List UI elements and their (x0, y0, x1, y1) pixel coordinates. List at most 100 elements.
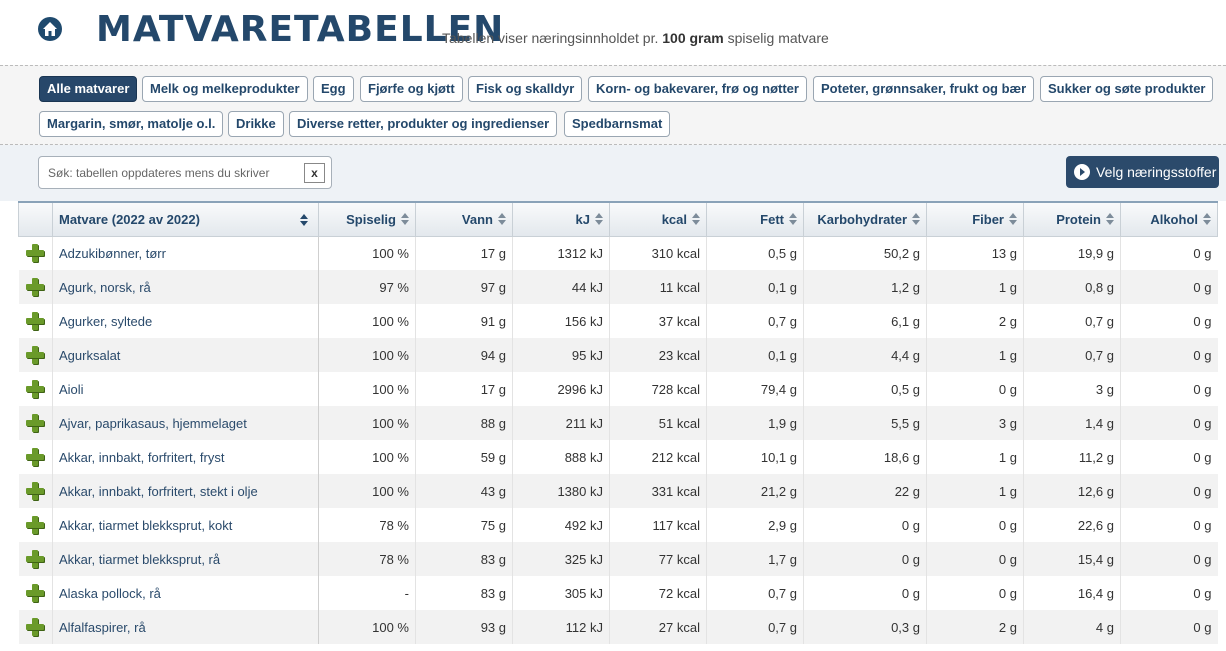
table-row[interactable]: Agurksalat 100 % 94 g 95 kJ 23 kcal 0,1 g 4,4 … (18, 338, 1218, 372)
add-food-icon[interactable] (26, 414, 45, 432)
cell-spiselig: 100 % (318, 372, 416, 406)
cell-matvare[interactable]: Akkar, innbakt, forfritert, fryst (52, 440, 319, 474)
add-cell (19, 372, 53, 406)
cell-kj: 1380 kJ (512, 474, 610, 508)
header-protein-label: Protein (1056, 211, 1101, 227)
cell-karbohydrater: 0 g (803, 542, 927, 576)
cell-matvare[interactable]: Alfalfaspirer, rå (52, 610, 319, 644)
cell-fiber: 13 g (926, 236, 1024, 270)
clear-search-button[interactable]: x (304, 163, 325, 183)
add-cell (19, 508, 53, 542)
header-fett[interactable]: Fett (706, 201, 804, 237)
add-food-icon[interactable] (26, 312, 45, 330)
cell-matvare[interactable]: Alaska pollock, rå (52, 576, 319, 610)
category-fish[interactable]: Fisk og skalldyr (468, 76, 583, 102)
sort-icon (498, 212, 506, 225)
table-row[interactable]: Agurker, syltede 100 % 91 g 156 kJ 37 kcal 0,… (19, 304, 1218, 338)
add-cell (18, 542, 53, 576)
header-matvare[interactable]: Matvare (2022 av 2022) (52, 201, 319, 237)
add-food-icon[interactable] (26, 278, 45, 296)
cell-kcal: 310 kcal (609, 236, 707, 270)
table-row[interactable]: Agurk, norsk, rå 97 % 97 g 44 kJ 11 kcal 0,1 … (18, 270, 1218, 304)
play-icon (1074, 164, 1090, 180)
add-food-icon[interactable] (26, 244, 45, 263)
category-poultry-meat[interactable]: Fjørfe og kjøtt (360, 76, 463, 102)
cell-matvare[interactable]: Akkar, tiarmet blekksprut, kokt (52, 508, 319, 542)
add-cell (18, 406, 53, 440)
table-row[interactable]: Akkar, innbakt, forfritert, stekt i olje… (18, 474, 1218, 508)
cell-spiselig: 100 % (318, 338, 416, 372)
add-food-icon[interactable] (26, 346, 45, 364)
select-nutrients-button[interactable]: Velg næringsstoffer (1066, 156, 1219, 188)
header-kcal[interactable]: kcal (609, 201, 707, 237)
tagline: Tabellen viser næringsinnholdet pr. 100 … (442, 30, 829, 46)
add-food-icon[interactable] (26, 380, 45, 398)
table-row[interactable]: Akkar, innbakt, forfritert, fryst 100 % 59… (19, 440, 1218, 474)
table-row[interactable]: Alaska pollock, rå -83 g 305 kJ 72 kcal 0,7 … (19, 576, 1218, 610)
cell-spiselig: 78 % (318, 542, 416, 576)
header-fiber[interactable]: Fiber (926, 201, 1024, 237)
cell-matvare[interactable]: Adzukibønner, tørr (52, 236, 319, 270)
cell-alkohol: 0 g (1120, 610, 1218, 644)
header-protein[interactable]: Protein (1023, 201, 1121, 237)
add-cell (19, 304, 53, 338)
sort-icon (1009, 212, 1017, 225)
cell-protein: 0,8 g (1023, 270, 1121, 304)
cell-matvare[interactable]: Akkar, innbakt, forfritert, stekt i olje (52, 474, 319, 508)
header-karbohydrater[interactable]: Karbohydrater (803, 201, 927, 237)
header-kj-label: kJ (575, 211, 590, 227)
category-fats[interactable]: Margarin, smør, matolje o.l. (39, 111, 224, 137)
table-row[interactable]: Akkar, tiarmet blekksprut, kokt 78 % 75 g4… (19, 508, 1218, 542)
cell-matvare[interactable]: Aioli (52, 372, 319, 406)
cell-matvare[interactable]: Ajvar, paprikasaus, hjemmelaget (52, 406, 319, 440)
cell-fiber: 1 g (926, 338, 1024, 372)
add-food-icon[interactable] (26, 584, 45, 602)
category-drinks[interactable]: Drikke (228, 111, 284, 137)
cell-vann: 93 g (415, 610, 513, 644)
add-food-icon[interactable] (26, 516, 45, 534)
category-baby-food[interactable]: Spedbarnsmat (564, 111, 671, 137)
add-food-icon[interactable] (26, 618, 45, 636)
cell-matvare[interactable]: Akkar, tiarmet blekksprut, rå (52, 542, 319, 576)
header-alkohol[interactable]: Alkohol (1120, 201, 1218, 237)
category-grain[interactable]: Korn- og bakevarer, frø og nøtter (588, 76, 807, 102)
home-icon[interactable] (38, 17, 62, 41)
category-egg[interactable]: Egg (313, 76, 354, 102)
add-food-icon[interactable] (26, 482, 45, 500)
cell-protein: 22,6 g (1023, 508, 1121, 542)
cell-kcal: 51 kcal (609, 406, 707, 440)
cell-matvare[interactable]: Agurker, syltede (52, 304, 319, 338)
table-row[interactable]: Aioli 100 % 17 g 2996 kJ 728 kcal 79,4 g 0,5 g… (19, 372, 1218, 406)
site-header: MATVARETABELLEN Tabellen viser næringsin… (0, 0, 1226, 66)
cell-karbohydrater: 22 g (803, 474, 927, 508)
cell-karbohydrater: 0 g (803, 508, 927, 542)
tagline-bold: 100 gram (662, 30, 724, 46)
add-food-icon[interactable] (26, 550, 45, 568)
table-row[interactable]: Adzukibønner, tørr 100 % 17 g 1312 kJ 310 kc… (19, 236, 1218, 270)
category-milk[interactable]: Melk og melkeprodukter (142, 76, 308, 102)
cell-spiselig: 100 % (318, 610, 416, 644)
cell-fiber: 0 g (926, 576, 1024, 610)
category-sugar[interactable]: Sukker og søte produkter (1040, 76, 1214, 102)
table-row[interactable]: Ajvar, paprikasaus, hjemmelaget 100 % 88 g… (18, 406, 1218, 440)
search-input[interactable] (48, 163, 298, 183)
cell-alkohol: 0 g (1120, 406, 1218, 440)
header-vann[interactable]: Vann (415, 201, 513, 237)
add-food-icon[interactable] (26, 448, 45, 466)
category-vegetables[interactable]: Poteter, grønnsaker, frukt og bær (813, 76, 1035, 102)
sort-icon (789, 212, 797, 225)
header-kj[interactable]: kJ (512, 201, 610, 237)
cell-matvare[interactable]: Agurksalat (52, 338, 319, 372)
category-all[interactable]: Alle matvarer (39, 76, 138, 102)
cell-matvare[interactable]: Agurk, norsk, rå (52, 270, 319, 304)
cell-kcal: 331 kcal (609, 474, 707, 508)
table-row[interactable]: Alfalfaspirer, rå 100 % 93 g 112 kJ 27 kcal 0… (18, 610, 1218, 644)
header-spiselig[interactable]: Spiselig (318, 201, 416, 237)
cell-alkohol: 0 g (1120, 440, 1218, 474)
header-alkohol-label: Alkohol (1150, 211, 1198, 227)
cell-kj: 211 kJ (512, 406, 610, 440)
table-row[interactable]: Akkar, tiarmet blekksprut, rå 78 % 83 g 325… (18, 542, 1218, 576)
category-misc[interactable]: Diverse retter, produkter og ingrediense… (289, 111, 558, 137)
cell-kcal: 27 kcal (609, 610, 707, 644)
cell-vann: 94 g (415, 338, 513, 372)
